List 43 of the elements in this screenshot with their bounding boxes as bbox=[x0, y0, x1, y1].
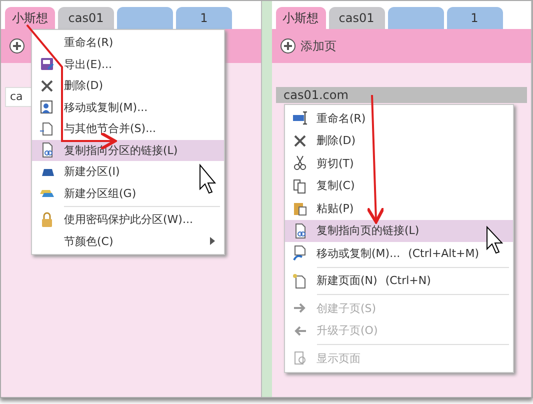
section-tab[interactable]: 小斯想 bbox=[5, 7, 55, 29]
section-tab[interactable]: cas01 bbox=[328, 7, 384, 29]
menu-item[interactable]: 使用密码保护此分区(W)... bbox=[32, 209, 224, 230]
move-copy-icon bbox=[39, 99, 55, 116]
section-tab[interactable] bbox=[388, 7, 444, 29]
new-page-icon bbox=[292, 272, 308, 289]
rename-icon bbox=[292, 110, 308, 126]
delete-icon bbox=[39, 78, 55, 94]
add-icon bbox=[9, 38, 25, 54]
menu-item[interactable]: 复制指向页的链接(L) bbox=[284, 220, 512, 242]
section-tab[interactable] bbox=[117, 7, 173, 29]
menu-item[interactable]: 与其他节合并(S)... bbox=[32, 118, 224, 140]
move-page-icon bbox=[292, 245, 308, 262]
menu-item[interactable]: 节颜色(C) bbox=[32, 230, 224, 252]
menu-item[interactable]: 导出(E)... bbox=[32, 54, 224, 75]
scissors-icon bbox=[292, 155, 308, 172]
page-item[interactable]: cas01.com bbox=[276, 87, 527, 103]
export-icon bbox=[39, 56, 55, 72]
menu-item[interactable]: 新建分区(I) bbox=[32, 161, 224, 182]
submenu-arrow-icon bbox=[210, 237, 216, 246]
menu-item[interactable]: 重命名(R) bbox=[284, 107, 512, 130]
menu-item[interactable]: 移动或复制(M)... (Ctrl+Alt+M) bbox=[284, 242, 512, 264]
mouse-cursor-icon bbox=[200, 164, 216, 194]
mouse-cursor-icon bbox=[486, 226, 504, 254]
lock-icon bbox=[39, 212, 55, 228]
section-tab[interactable]: 1 bbox=[446, 7, 502, 29]
menu-item[interactable]: 新建页面(N) (Ctrl+N) bbox=[284, 270, 512, 292]
menu-item[interactable]: 重命名(R) bbox=[32, 32, 224, 54]
add-icon bbox=[280, 38, 296, 54]
section-tab[interactable]: 小斯想 bbox=[276, 7, 326, 29]
section-tab[interactable]: cas01 bbox=[58, 7, 114, 29]
delete-icon bbox=[292, 132, 308, 149]
merge-icon bbox=[39, 120, 55, 137]
menu-item[interactable]: 删除(D) bbox=[284, 130, 512, 152]
menu-item[interactable]: 剪切(T) bbox=[284, 152, 512, 174]
section-tab[interactable]: 1 bbox=[176, 7, 232, 29]
add-page-button[interactable]: 添加页 bbox=[280, 38, 336, 54]
page-search-icon bbox=[292, 350, 308, 366]
copy-icon bbox=[292, 178, 308, 194]
menu-item[interactable]: 新建分区组(G) bbox=[32, 182, 224, 204]
menu-item[interactable]: 粘贴(P) bbox=[284, 197, 512, 220]
paste-icon bbox=[292, 200, 308, 216]
menu-item[interactable]: 复制(C) bbox=[284, 174, 512, 197]
